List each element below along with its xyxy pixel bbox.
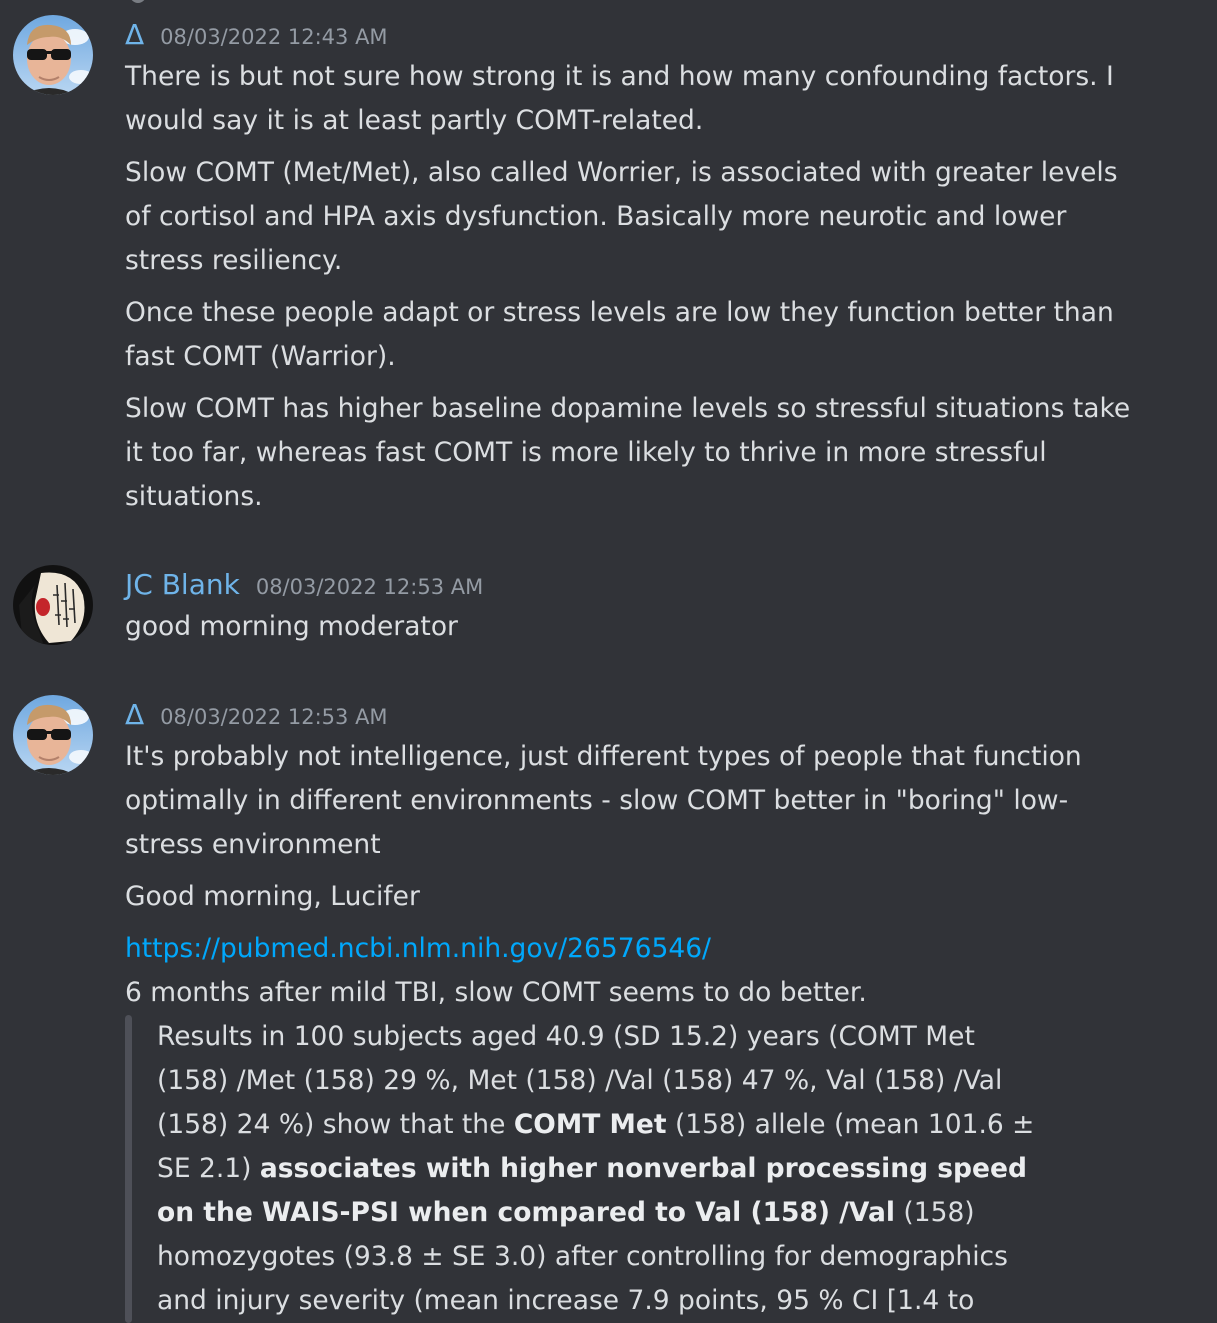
message-paragraph: There is but not sure how strong it is a… bbox=[125, 61, 1114, 136]
chat-message-list: Δ 08/03/2022 12:43 AM There is but not s… bbox=[0, 0, 1217, 1323]
message-header: Δ 08/03/2022 12:53 AM bbox=[125, 695, 388, 735]
message-paragraph: Slow COMT has higher baseline dopamine l… bbox=[125, 393, 1131, 512]
message-header: JC Blank 08/03/2022 12:53 AM bbox=[125, 565, 483, 605]
timestamp[interactable]: 08/03/2022 12:43 AM bbox=[160, 17, 387, 57]
message-paragraph: 6 months after mild TBI, slow COMT seems… bbox=[125, 977, 867, 1008]
quote-text: Results in 100 subjects aged 40.9 (SD 15… bbox=[157, 1015, 1037, 1323]
message-content: It's probably not intelligence, just dif… bbox=[125, 735, 1135, 1323]
quote-bar bbox=[125, 1015, 132, 1323]
author-name[interactable]: Δ bbox=[125, 695, 144, 735]
author-name[interactable]: JC Blank bbox=[125, 565, 240, 605]
timestamp[interactable]: 08/03/2022 12:53 AM bbox=[256, 567, 483, 607]
block-quote: Results in 100 subjects aged 40.9 (SD 15… bbox=[125, 1015, 1135, 1323]
message-content: good morning moderator bbox=[125, 605, 1135, 649]
message-paragraph: It's probably not intelligence, just dif… bbox=[125, 741, 1082, 860]
quote-bold-segment: COMT Met bbox=[513, 1109, 667, 1140]
avatar[interactable] bbox=[13, 565, 93, 645]
avatar[interactable] bbox=[13, 695, 93, 775]
message-paragraph: Slow COMT (Met/Met), also called Worrier… bbox=[125, 157, 1118, 276]
avatar-sunglasses-man-icon bbox=[13, 695, 93, 775]
message-header: Δ 08/03/2022 12:43 AM bbox=[125, 15, 388, 55]
avatar-sunglasses-man-icon bbox=[13, 15, 93, 95]
avatar-illustrated-figure-icon bbox=[13, 565, 93, 645]
previous-message-edge bbox=[130, 0, 146, 3]
message-content: There is but not sure how strong it is a… bbox=[125, 55, 1135, 527]
link-paragraph: https://pubmed.ncbi.nlm.nih.gov/26576546… bbox=[125, 927, 1135, 971]
pubmed-link[interactable]: https://pubmed.ncbi.nlm.nih.gov/26576546… bbox=[125, 933, 711, 964]
message-paragraph: Once these people adapt or stress levels… bbox=[125, 297, 1114, 372]
avatar[interactable] bbox=[13, 15, 93, 95]
timestamp[interactable]: 08/03/2022 12:53 AM bbox=[160, 697, 387, 737]
author-name[interactable]: Δ bbox=[125, 15, 144, 55]
message-paragraph: good morning moderator bbox=[125, 611, 458, 642]
message-paragraph: Good morning, Lucifer bbox=[125, 881, 420, 912]
